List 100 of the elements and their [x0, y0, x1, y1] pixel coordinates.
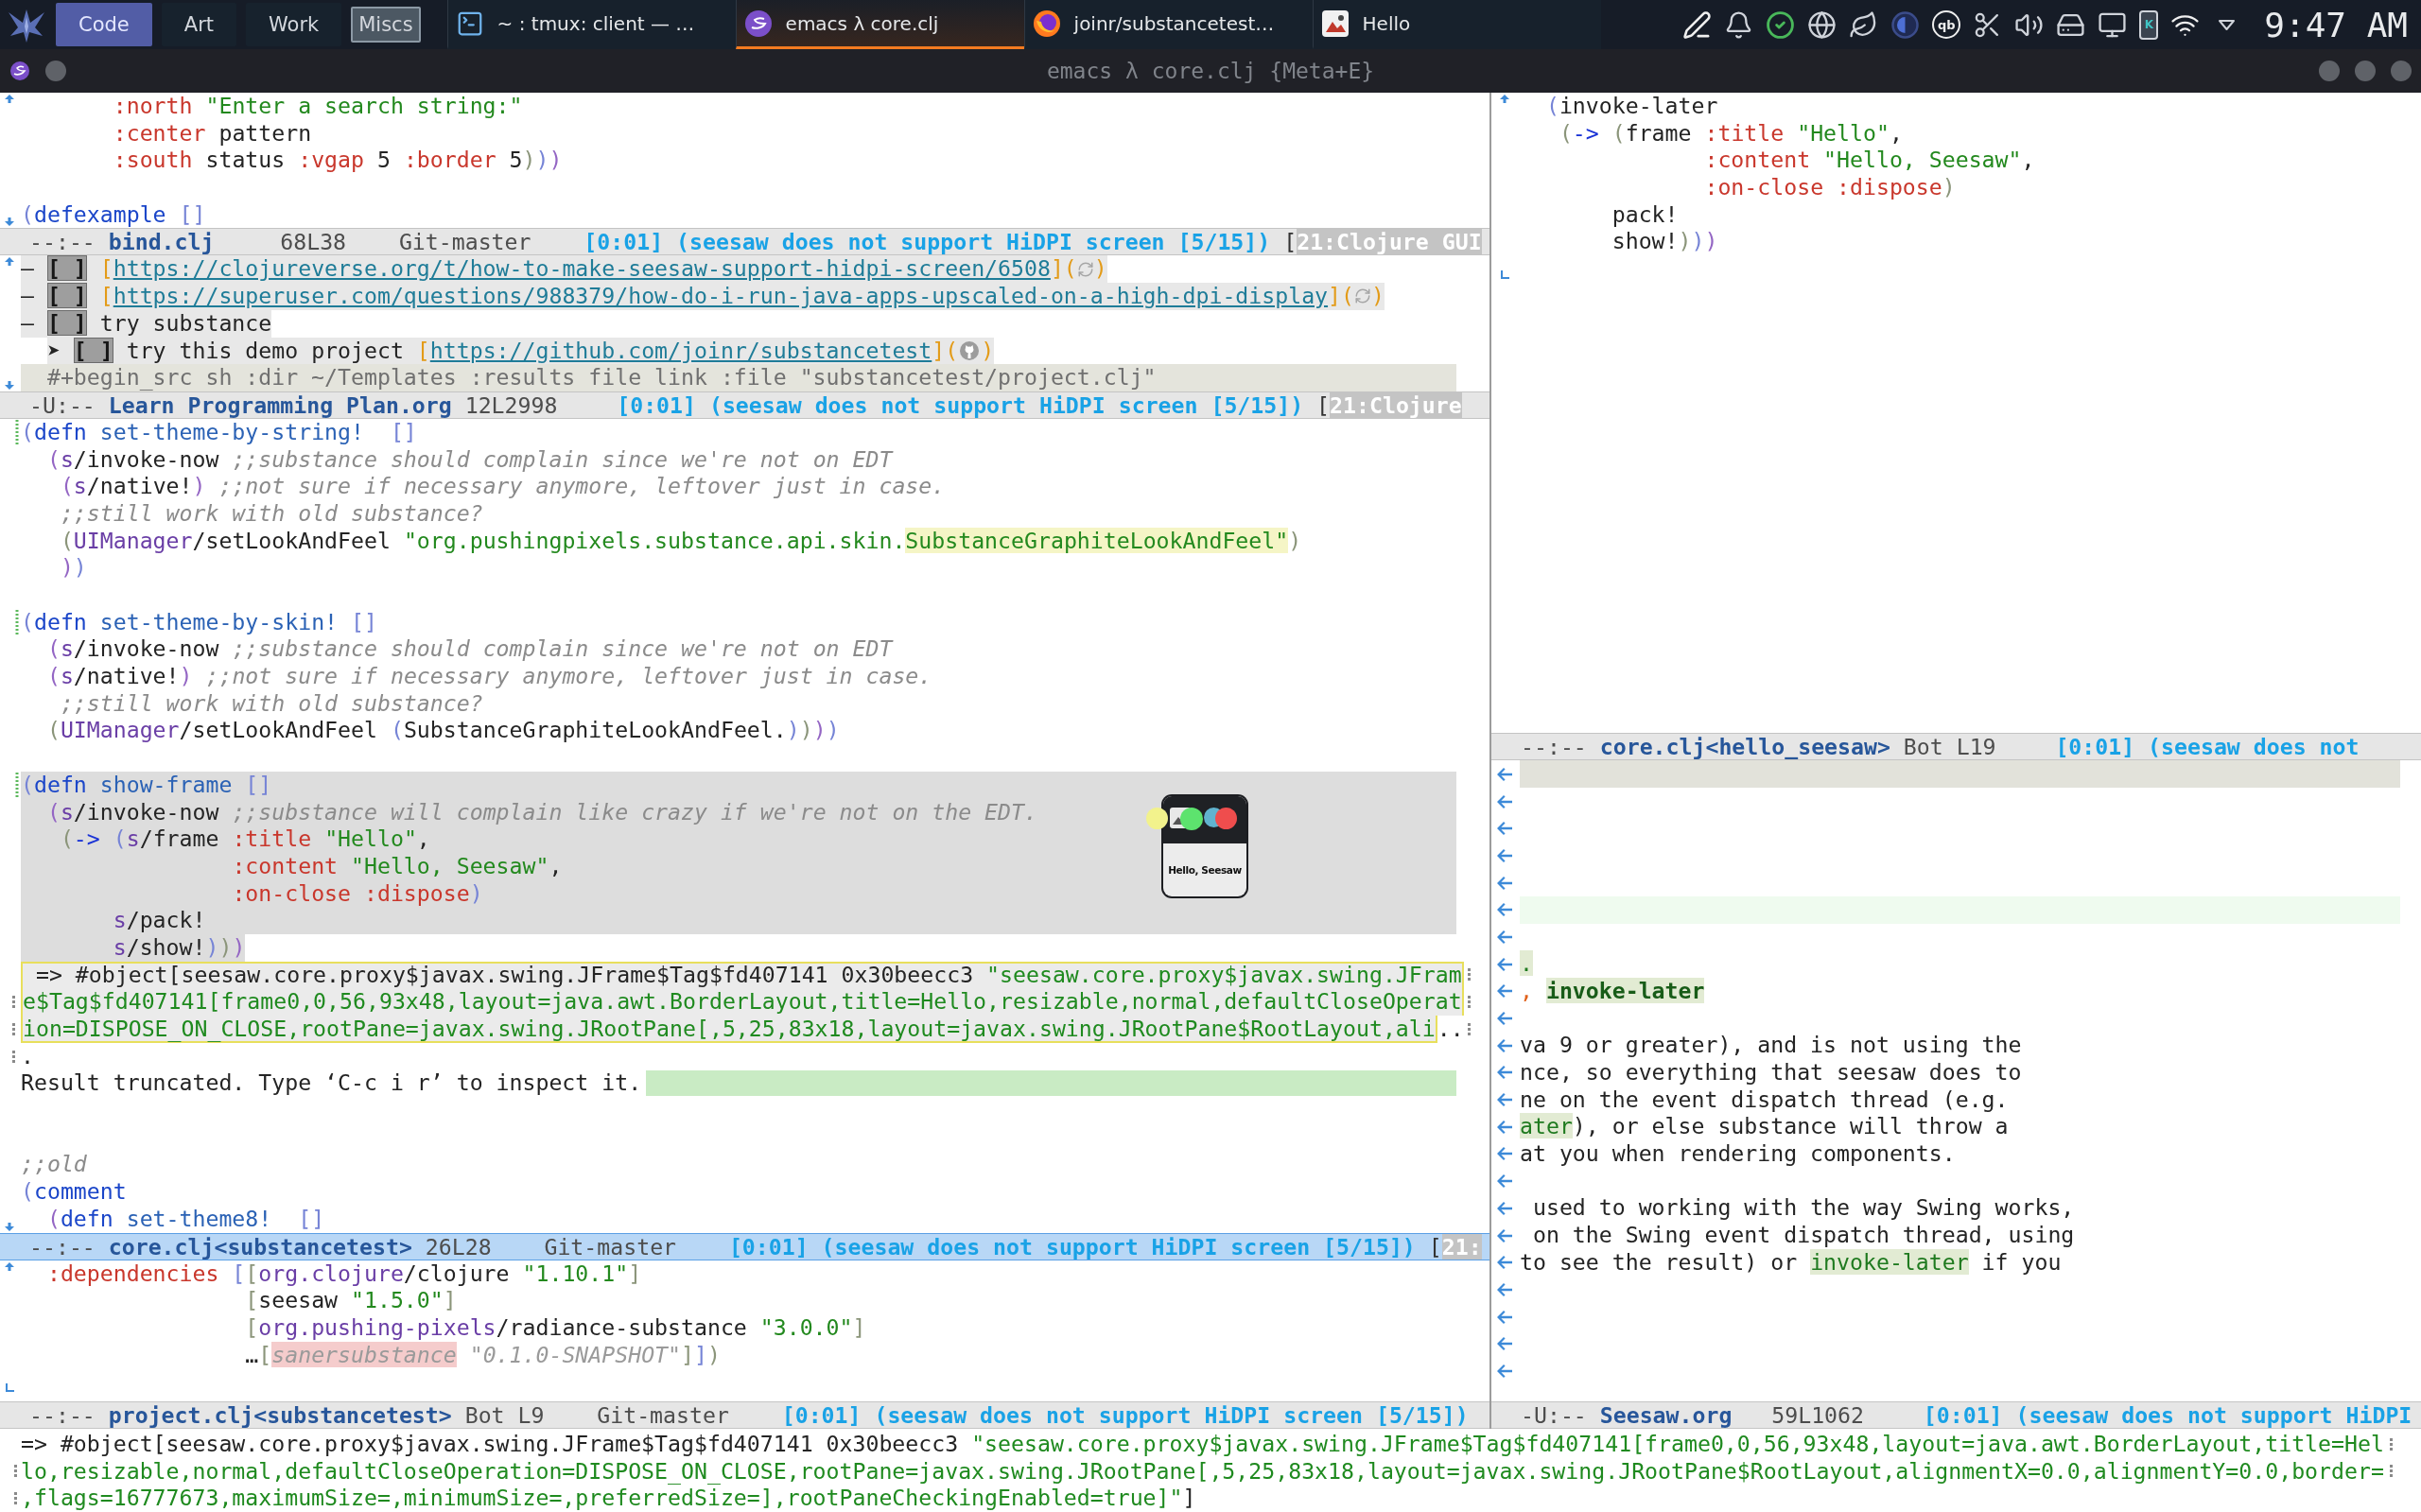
phone-badge[interactable]: K [2139, 9, 2159, 40]
link[interactable]: https://clojureverse.org/t/how-to-make-seesaw-support-hidpi-screen/6508 [113, 255, 1051, 282]
round-button-icon[interactable] [1215, 807, 1237, 829]
code-line: [seesaw "1.5.0"] [245, 1287, 457, 1314]
left-arrow-icon [1497, 1337, 1512, 1351]
code-line: (defn show-frame [] [21, 771, 272, 799]
task-title: (seesaw does not [2148, 734, 2360, 760]
buffer-name[interactable]: project.clj<substancetest> [108, 1401, 452, 1428]
echo-line: => #object[seesaw.core.proxy$javax.swing.JFrame$Tag$fd407141 0x30beecc3 "seesaw.core.proxy$javax.swing.JFrame$Tag$fd407141[frame0,0,56,93x48,layout=java.awt.BorderLayout,title=Hel [21, 1430, 2384, 1458]
left-arrow-icon [1497, 1147, 1512, 1161]
branch-name: Git-master [398, 229, 531, 255]
corner-icon [1500, 269, 1509, 279]
workspace-tab[interactable]: Work [246, 3, 342, 46]
left-arrow-icon [1497, 1093, 1512, 1107]
code-line: …[sanersubstance "0.1.0-SNAPSHOT"]]) [245, 1341, 721, 1369]
code-line: ➤ [ ] try this demo project [https://github.com/joinr/substancetest]( [46, 337, 959, 365]
sync-icon [1354, 287, 1371, 305]
left-arrow-icon [1497, 1120, 1512, 1134]
code-line: (defn set-theme-by-string! [] [21, 418, 417, 446]
code-line: – [ ] [https://superuser.com/questions/988379/how-do-i-run-java-apps-upscaled-on-a-high-dpi-display]( [21, 283, 1354, 310]
left-arrow-icon [1497, 822, 1512, 836]
timer: [0:01] [583, 229, 664, 255]
left-arrow-icon [1497, 1012, 1512, 1025]
code-line: pack! [1611, 200, 1679, 229]
left-arrow-icon [1497, 1038, 1512, 1052]
left-arrow-icon [1497, 903, 1512, 917]
code-line: #+begin_src sh :dir ~/Templates :results file link :file "substancetest/project.clj" [46, 364, 1157, 391]
code-line: (-> (frame :title "Hello", [1559, 119, 1903, 148]
code-line: . [21, 1042, 34, 1070]
timer: [0:01] [781, 1401, 862, 1428]
code-line: ) [981, 337, 995, 365]
link[interactable]: https://github.com/joinr/substancetest [429, 337, 932, 363]
task-title: (seesaw does not support HiDPI screen [5/15]) [821, 1233, 1416, 1260]
code-line: (comment [21, 1178, 127, 1206]
cat-logo-icon [960, 340, 980, 360]
vertical-dots-icon [12, 996, 15, 1009]
round-button-icon[interactable] [1146, 807, 1168, 829]
code-line: – [ ] [https://clojureverse.org/t/how-to-make-seesaw-support-hidpi-screen/6508]( [21, 255, 1077, 284]
code-line: (s/invoke-now ;;substance should complain since we're not on EDT [46, 635, 893, 664]
code-line: ) [1093, 255, 1107, 284]
check-circle-icon[interactable] [1766, 9, 1796, 40]
left-arrow-icon [1497, 984, 1512, 999]
left-arrow-icon [1497, 1201, 1512, 1215]
globe-icon[interactable] [1807, 9, 1838, 40]
half-circle-icon[interactable] [1890, 9, 1921, 40]
task-title: (seesaw does not support HiDPI screen [5/15]) [676, 229, 1271, 255]
left-arrow-icon [1497, 1174, 1512, 1189]
code-line: .. [1437, 1016, 1464, 1043]
workspace-tab[interactable]: Art [161, 3, 236, 46]
branch-name: Git-master [597, 1401, 729, 1428]
swirl-logo-icon[interactable] [9, 61, 30, 81]
task-button[interactable]: Hello [1312, 0, 1601, 49]
code-line: va 9 or greater), and is not using the [1520, 1032, 2022, 1060]
code-line: s/pack! [113, 907, 206, 934]
buffer-name[interactable]: Learn Programming Plan.org [108, 391, 452, 418]
buffer-name[interactable]: Seesaw.org [1599, 1401, 1733, 1428]
code-line: (defn set-theme-by-skin! [] [21, 608, 377, 636]
task-button[interactable]: emacs λ core.clj [735, 0, 1024, 49]
workspace-tab[interactable]: Miscs [351, 7, 421, 43]
code-line: ;;old [21, 1151, 87, 1179]
buffer-name[interactable]: core.clj<substancetest> [108, 1233, 412, 1260]
pen-icon[interactable] [1682, 9, 1713, 40]
buffer-name[interactable]: bind.clj [108, 229, 215, 255]
cursor-position: 68L38 [280, 229, 347, 255]
timer: [0:01] [2055, 734, 2135, 760]
code-line: on the Swing event dispatch thread, using [1532, 1222, 2075, 1249]
echo-line: lo,resizable,normal,defaultCloseOperation=DISPOSE_ON_CLOSE,rootPane=javax.swing.JRootPane[,5,25,83x18,layout=javax.swing.JRootPane$RootLayout,alignmentX=0.0,alignmentY=0.0,border= [21, 1457, 2384, 1486]
round-button-icon[interactable] [1180, 807, 1203, 830]
cursor-position: Bot L9 [464, 1401, 545, 1428]
minimize-button[interactable] [2319, 61, 2340, 81]
task-button[interactable]: joinr/substancetest… [1023, 0, 1313, 49]
code-line: to see the result) or invoke-later if you [1520, 1248, 2062, 1277]
code-line: show!))) [1611, 228, 1718, 256]
code-line: (s/invoke-now ;;substance will complain like crazy if we're not on the EDT. [46, 798, 1037, 826]
workspace-tag: 21: [1441, 1233, 1482, 1260]
vertical-dots-icon [12, 1022, 15, 1035]
modeline-state: -U:-- [29, 391, 96, 418]
dotted-bar-icon [15, 773, 19, 798]
code-line: :on-close :dispose) [1704, 174, 1956, 201]
code-line: :content "Hello, Seesaw", [232, 852, 563, 880]
clock[interactable]: 9:47 AM [2264, 5, 2408, 44]
close-button[interactable] [2391, 61, 2412, 81]
code-line: (-> (s/frame :title "Hello", [60, 826, 430, 853]
picture-icon [1320, 9, 1350, 38]
code-line: at you when rendering components. [1520, 1140, 1956, 1168]
link[interactable]: https://superuser.com/questions/988379/how-do-i-run-java-apps-upscaled-on-a-high-dpi-display [113, 283, 1329, 309]
task-button[interactable]: ~ : tmux: client — … [446, 0, 736, 49]
left-arrow-icon [1497, 848, 1512, 862]
left-arrow-icon [1497, 1282, 1512, 1296]
tray-badge[interactable]: qb [1932, 10, 1961, 39]
code-line: (s/invoke-now ;;substance should complain since we're not on EDT [46, 445, 893, 474]
code-line: ne on the event dispatch thread (e.g. [1520, 1086, 2009, 1114]
left-arrow-icon [1497, 1066, 1512, 1080]
buffer-name[interactable]: core.clj<hello_seesaw> [1599, 734, 1890, 760]
cursor-position: 26L28 [425, 1233, 492, 1260]
workspace-tab[interactable]: Code [56, 3, 152, 46]
window-menu-button[interactable] [45, 61, 66, 81]
down-arrow-icon [5, 217, 14, 227]
maximize-button[interactable] [2355, 61, 2376, 81]
code-line: used to working with the way Swing works, [1532, 1194, 2075, 1223]
